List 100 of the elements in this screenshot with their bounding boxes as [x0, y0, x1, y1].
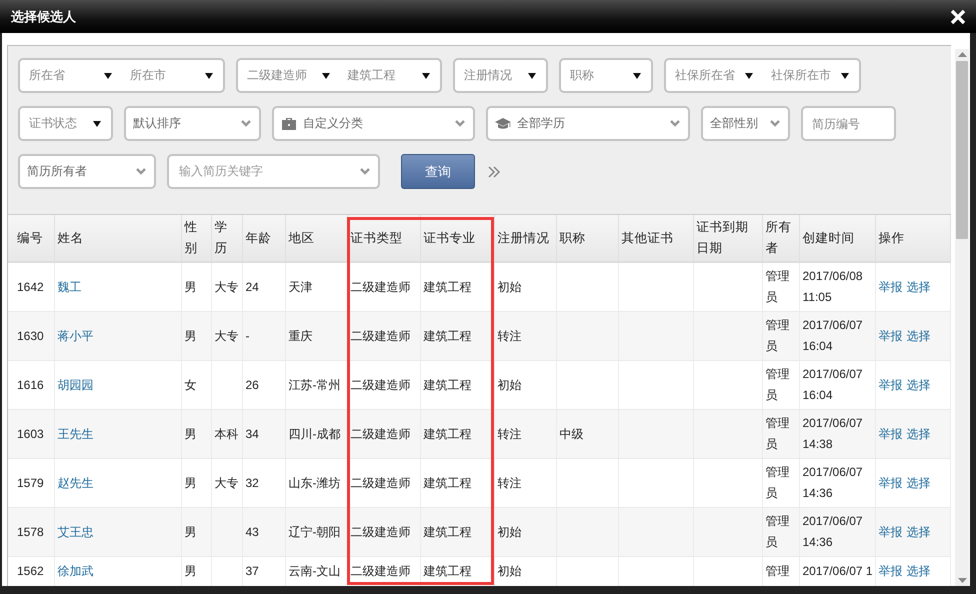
table-cell: 管理员 — [766, 318, 790, 353]
column-header: 姓名 — [54, 215, 181, 262]
select-field[interactable]: 证书状态 — [18, 106, 113, 141]
action-link[interactable]: 选择 — [906, 472, 930, 494]
select-field[interactable]: 职称 — [559, 58, 653, 93]
column-header: 职称 — [556, 215, 618, 262]
candidate-name-link[interactable]: 魏工 — [58, 280, 82, 294]
table-cell: 初始 — [498, 564, 522, 578]
candidate-name-link[interactable]: 蒋小平 — [58, 328, 94, 342]
candidate-name-link[interactable]: 赵先生 — [58, 476, 94, 490]
scrollbar-thumb[interactable] — [956, 61, 968, 239]
triangle-icon — [93, 120, 101, 126]
table-cell: - — [246, 328, 250, 342]
briefcase-icon — [281, 116, 297, 130]
dropdown-field[interactable]: 简历所有者 — [18, 154, 156, 189]
scroll-up-icon[interactable] — [958, 52, 966, 57]
triangle-icon — [633, 72, 641, 78]
table-cell: 转注 — [498, 476, 522, 490]
table-cell: 2017/06/08 11:05 — [802, 269, 863, 304]
action-link[interactable]: 举报 — [878, 374, 902, 396]
scroll-down-icon[interactable] — [958, 578, 966, 583]
table-cell: 37 — [246, 564, 259, 578]
table-cell: 二级建造师 — [350, 564, 410, 578]
chevron-down-icon — [136, 168, 146, 175]
table-cell: 转注 — [498, 426, 522, 440]
dropdown-field[interactable]: 全部性别 — [701, 106, 790, 141]
triangle-icon — [322, 72, 330, 78]
region-select[interactable]: 二级建造师 建筑工程 — [236, 58, 442, 93]
table-cell: 1579 — [17, 476, 44, 490]
close-icon[interactable] — [950, 8, 966, 24]
table-cell: 34 — [246, 426, 259, 440]
action-link[interactable]: 举报 — [878, 276, 902, 298]
table-cell: 1630 — [17, 328, 44, 342]
chevron-down-icon — [770, 120, 780, 127]
candidate-name-link[interactable]: 胡园园 — [58, 378, 94, 392]
table-cell: 男 — [184, 328, 196, 342]
table-cell: 二级建造师 — [350, 524, 410, 538]
table-cell: 建筑工程 — [424, 280, 472, 294]
action-link[interactable]: 选择 — [906, 326, 930, 346]
table-cell: 管理员 — [766, 465, 790, 500]
action-link[interactable]: 举报 — [878, 326, 902, 346]
graduation-cap-icon — [495, 118, 511, 130]
region-select[interactable]: 社保所在省 社保所在市 — [664, 58, 861, 93]
table-cell: 中级 — [560, 426, 584, 440]
table-cell: 山东-潍坊 — [288, 476, 340, 490]
table-cell: 辽宁-朝阳 — [288, 524, 340, 538]
triangle-icon — [422, 72, 430, 78]
search-button[interactable]: 查询 — [401, 154, 475, 189]
column-header: 地区 — [285, 215, 347, 262]
table-cell: 24 — [246, 280, 259, 294]
candidate-name-link[interactable]: 艾王忠 — [58, 524, 94, 538]
column-header: 年龄 — [242, 215, 285, 262]
chevron-down-icon — [241, 120, 251, 127]
action-link[interactable]: 选择 — [906, 374, 930, 396]
dropdown-field[interactable]: 全部学历 — [486, 106, 690, 141]
action-link[interactable]: 选择 — [906, 424, 930, 444]
table-cell: 初始 — [498, 280, 522, 294]
scrollbar[interactable] — [955, 49, 969, 586]
column-header: 操作 — [875, 215, 950, 262]
table-cell: 转注 — [498, 328, 522, 342]
dropdown-field[interactable]: 默认排序 — [124, 106, 261, 141]
select-field[interactable]: 注册情况 — [453, 58, 548, 93]
table-cell: 二级建造师 — [350, 476, 410, 490]
action-link[interactable]: 举报 — [878, 563, 902, 579]
table-cell: 男 — [184, 524, 196, 538]
table-cell: 管理员 — [766, 269, 790, 304]
column-header: 性别 — [181, 215, 211, 262]
double-chevron-icon[interactable] — [487, 164, 501, 178]
action-link[interactable]: 举报 — [878, 424, 902, 444]
table-cell: 天津 — [288, 280, 312, 294]
action-link[interactable]: 选择 — [906, 276, 930, 298]
table-cell: 二级建造师 — [350, 280, 410, 294]
table-cell: 男 — [184, 426, 196, 440]
table-cell: 大专 — [214, 280, 238, 294]
table-cell: 1642 — [17, 280, 44, 294]
chevron-down-icon — [670, 120, 680, 127]
table-cell: 管理 — [766, 564, 790, 578]
column-header: 学历 — [211, 215, 242, 262]
action-link[interactable]: 举报 — [878, 522, 902, 542]
table-cell: 女 — [184, 378, 196, 392]
table-cell: 32 — [246, 476, 259, 490]
window-title: 选择候选人 — [11, 8, 76, 26]
region-select[interactable]: 所在省 所在市 — [18, 58, 225, 93]
table-cell: 建筑工程 — [424, 378, 472, 392]
action-link[interactable]: 选择 — [906, 563, 930, 579]
candidate-name-link[interactable]: 王先生 — [58, 426, 94, 440]
dropdown-field[interactable]: 自定义分类 — [272, 106, 475, 141]
table-cell: 男 — [184, 476, 196, 490]
table-cell: 大专 — [214, 328, 238, 342]
chevron-down-icon — [360, 168, 370, 175]
candidate-name-link[interactable]: 徐加武 — [58, 564, 94, 578]
table-cell: 二级建造师 — [350, 426, 410, 440]
resume-number-field[interactable]: 简历编号 — [801, 106, 896, 141]
table-cell: 云南-文山 — [288, 564, 340, 578]
table-cell: 建筑工程 — [424, 426, 472, 440]
action-link[interactable]: 举报 — [878, 472, 902, 494]
dropdown-field[interactable]: 输入简历关键字 — [167, 154, 380, 189]
action-link[interactable]: 选择 — [906, 522, 930, 542]
table-cell: 建筑工程 — [424, 564, 472, 578]
table-cell: 管理员 — [766, 514, 790, 549]
